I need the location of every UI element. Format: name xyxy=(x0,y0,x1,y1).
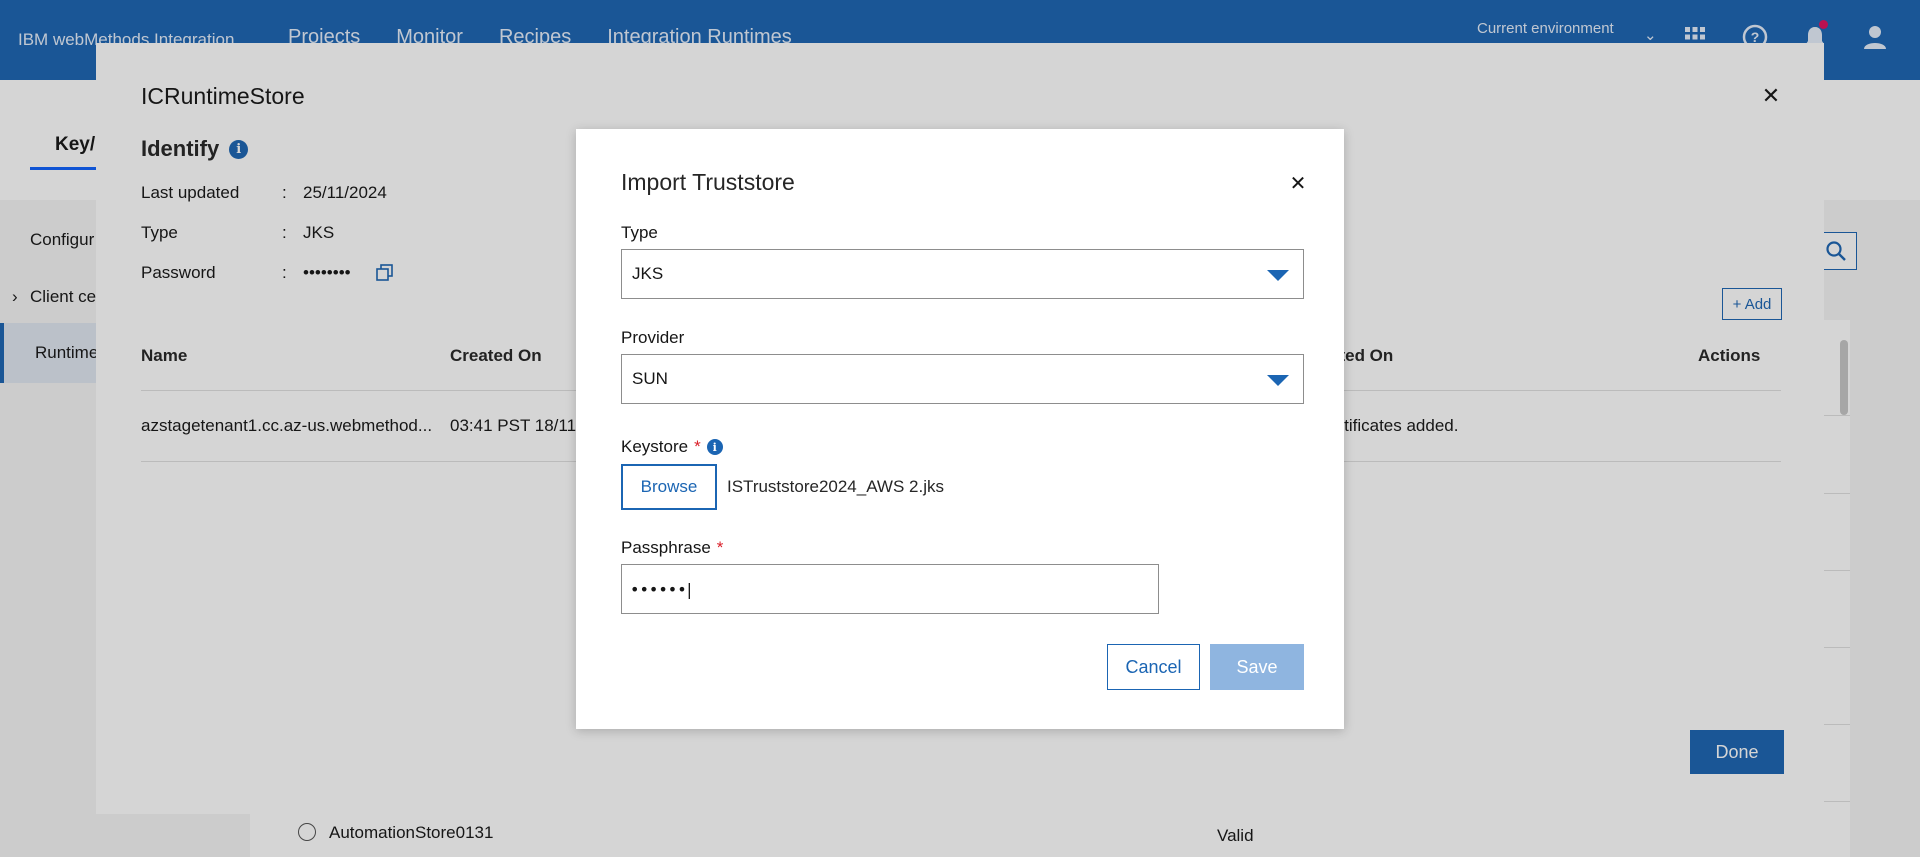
provider-label: Provider xyxy=(621,328,684,348)
browse-button[interactable]: Browse xyxy=(621,464,717,510)
close-icon[interactable]: ✕ xyxy=(1286,171,1310,195)
required-asterisk: * xyxy=(694,437,701,456)
keystore-label-text: Keystore xyxy=(621,437,689,456)
import-truststore-modal: Import Truststore ✕ Type JKS Provider SU… xyxy=(576,129,1344,729)
required-asterisk: * xyxy=(716,538,724,557)
provider-select-value: SUN xyxy=(632,369,668,388)
provider-select[interactable]: SUN xyxy=(621,354,1304,404)
selected-file-name: ISTruststore2024_AWS 2.jks xyxy=(727,477,944,496)
keystore-label: Keystore * i xyxy=(621,437,723,457)
type-label-text: Type xyxy=(621,223,658,242)
passphrase-label-text: Passphrase xyxy=(621,538,711,557)
caret-down-icon xyxy=(1267,375,1289,386)
passphrase-label: Passphrase * xyxy=(621,538,723,558)
type-label: Type xyxy=(621,223,658,243)
modal-title: Import Truststore xyxy=(621,169,795,195)
type-select[interactable]: JKS xyxy=(621,249,1304,299)
provider-label-text: Provider xyxy=(621,328,685,347)
save-button[interactable]: Save xyxy=(1210,644,1304,690)
cancel-button[interactable]: Cancel xyxy=(1107,644,1200,690)
info-icon[interactable]: i xyxy=(706,439,723,455)
caret-down-icon xyxy=(1267,270,1289,281)
passphrase-input[interactable] xyxy=(621,564,1159,614)
type-select-value: JKS xyxy=(632,264,664,283)
